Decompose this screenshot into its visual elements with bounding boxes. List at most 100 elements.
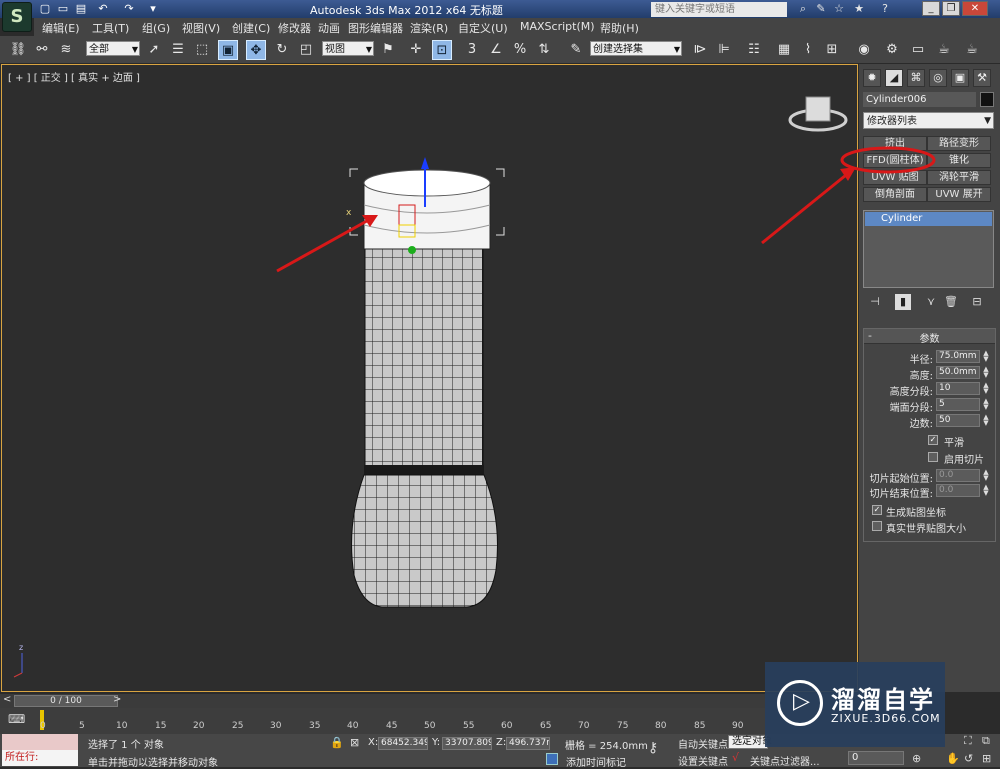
modify-tab-icon[interactable]: ◢ (885, 69, 903, 87)
select-and-scale-icon[interactable]: ◰ (296, 40, 316, 60)
binoculars-icon[interactable]: ⌕ (796, 2, 810, 16)
menu-customize[interactable]: 自定义(U) (458, 20, 508, 36)
selection-lock-icon[interactable]: 🔒 (330, 736, 344, 749)
object-color-swatch[interactable] (980, 92, 994, 107)
view-cube[interactable] (805, 96, 831, 122)
show-end-result-icon[interactable]: ▮ (895, 294, 911, 310)
pan-icon[interactable]: ✋ (946, 752, 960, 765)
render-production-icon[interactable]: ☕ (962, 40, 982, 60)
render-setup-icon[interactable]: ⚙ (882, 40, 902, 60)
motion-tab-icon[interactable]: ◎ (929, 69, 947, 87)
cap-segments-spinner[interactable]: ▲ ▼ (982, 398, 990, 411)
key-filter-icon[interactable]: √ (732, 751, 739, 764)
quick-access-dropdown-icon[interactable]: ▾ (146, 2, 160, 16)
align-icon[interactable]: ⊫ (714, 40, 734, 60)
slice-on-checkbox[interactable] (928, 452, 938, 462)
modifier-stack[interactable]: Cylinder (863, 210, 994, 288)
new-file-icon[interactable]: ▢ (38, 2, 52, 16)
restore-button[interactable]: ❐ (942, 1, 960, 16)
named-selection-select[interactable]: 创建选择集 ▼ (590, 41, 682, 56)
reference-coord-select[interactable]: 视图 ▼ (322, 41, 374, 56)
selected-object-select[interactable]: 选定对象 (728, 735, 772, 749)
zoom-extents-icon[interactable]: ⛶ (964, 734, 972, 748)
y-coord-field[interactable]: 33707.809 (442, 737, 492, 750)
menu-modifiers[interactable]: 修改器 (278, 20, 311, 36)
height-segments-spinner[interactable]: ▲ ▼ (982, 382, 990, 395)
graphite-toolbar-icon[interactable]: ▦ (774, 40, 794, 60)
height-segments-field[interactable]: 10 (936, 382, 980, 395)
configure-sets-icon[interactable]: ⊟ (969, 294, 985, 310)
selection-filter-select[interactable]: 全部 ▼ (86, 41, 140, 56)
select-manipulate-icon[interactable]: ✛ (406, 40, 426, 60)
minimize-button[interactable]: _ (922, 1, 940, 16)
favorites-icon[interactable]: ☆ (832, 2, 846, 16)
menu-help[interactable]: 帮助(H) (600, 20, 639, 36)
x-coord-field[interactable]: 68452.349 (378, 737, 428, 750)
perspective-viewport[interactable]: [ + ] [ 正交 ] [ 真实 + 边面 ] x z (1, 64, 858, 692)
angle-snap-icon[interactable]: ∠ (486, 40, 506, 60)
set-key-icon[interactable]: ⚷ (648, 740, 658, 756)
modifier-list-select[interactable]: 修改器列表 ▼ (863, 112, 994, 129)
spinner-snap-icon[interactable]: ⇅ (534, 40, 554, 60)
pivot-center-icon[interactable]: ⚑ (378, 40, 398, 60)
keyboard-shortcut-override-icon[interactable]: ⊡ (432, 40, 452, 60)
utilities-tab-icon[interactable]: ⚒ (973, 69, 991, 87)
app-logo-icon[interactable]: S (2, 2, 32, 32)
height-spinner[interactable]: ▲ ▼ (982, 366, 990, 379)
real-world-map-size-checkbox[interactable] (872, 521, 882, 531)
maxscript-listener-top[interactable] (2, 734, 78, 750)
gen-mapping-coords-checkbox[interactable]: ✓ (872, 505, 882, 515)
menu-create[interactable]: 创建(C) (232, 20, 270, 36)
stack-item-cylinder[interactable]: Cylinder (865, 212, 992, 226)
remove-modifier-icon[interactable]: 🗑 (943, 294, 959, 310)
bevel-profile-button[interactable]: 倒角剖面 (863, 187, 927, 202)
pin-stack-icon[interactable]: ⊣ (867, 294, 883, 310)
slice-to-field[interactable]: 0.0 (936, 484, 980, 497)
select-and-rotate-icon[interactable]: ↻ (272, 40, 292, 60)
smooth-checkbox[interactable]: ✓ (928, 435, 938, 445)
cap-top-mesh[interactable] (363, 169, 491, 197)
height-field[interactable]: 50.0mm (936, 366, 980, 379)
set-key-label[interactable]: 设置关键点 (678, 753, 728, 768)
redo-icon[interactable]: ↷ (122, 2, 136, 16)
track-bar[interactable]: ⌨ 0 5 10 15 20 25 30 35 40 45 50 55 60 6… (0, 708, 860, 734)
base-mesh[interactable] (351, 474, 498, 608)
create-tab-icon[interactable]: ✹ (863, 69, 881, 87)
render-teapot-icon[interactable]: ☕ (934, 40, 954, 60)
slice-from-field[interactable]: 0.0 (936, 469, 980, 482)
menu-animation[interactable]: 动画 (318, 20, 340, 36)
help-search-input[interactable]: 键入关键字或短语 (651, 2, 787, 17)
menu-maxscript[interactable]: MAXScript(M) (520, 20, 595, 33)
mini-curve-editor-icon[interactable]: ⌨ (8, 712, 25, 728)
column-mesh[interactable] (364, 242, 484, 476)
percent-snap-icon[interactable]: % (510, 40, 530, 60)
zoom-icon[interactable]: ⊕ (912, 752, 921, 765)
radius-spinner[interactable]: ▲ ▼ (982, 350, 990, 363)
bind-space-warp-icon[interactable]: ≋ (56, 40, 76, 60)
parameters-rollout-header[interactable]: - 参数 (864, 329, 995, 345)
time-prev-icon[interactable]: < (3, 694, 11, 705)
orbit-icon[interactable]: ↺ (964, 752, 973, 765)
unlink-icon[interactable]: ⚯ (32, 40, 52, 60)
menu-graph-editors[interactable]: 图形编辑器 (348, 20, 403, 36)
menu-edit[interactable]: 编辑(E) (42, 20, 80, 36)
current-frame-field[interactable]: 0 (848, 751, 904, 765)
edit-named-selection-icon[interactable]: ✎ (566, 40, 586, 60)
zoom-all-icon[interactable]: ⧉ (982, 734, 990, 748)
save-icon[interactable]: ▤ (74, 2, 88, 16)
undo-icon[interactable]: ↶ (96, 2, 110, 16)
menu-views[interactable]: 视图(V) (182, 20, 220, 36)
tools-icon[interactable]: ✎ (814, 2, 828, 16)
menu-group[interactable]: 组(G) (142, 20, 170, 36)
material-editor-icon[interactable]: ◉ (854, 40, 874, 60)
time-slider[interactable]: < 0 / 100 > (0, 694, 860, 708)
slice-from-spinner[interactable]: ▲ ▼ (982, 469, 990, 482)
schematic-view-icon[interactable]: ⊞ (822, 40, 842, 60)
display-tab-icon[interactable]: ▣ (951, 69, 969, 87)
maximize-viewport-icon[interactable]: ⊞ (982, 752, 991, 765)
select-and-move-icon[interactable]: ✥ (246, 40, 266, 60)
select-object-icon[interactable]: ➚ (144, 40, 164, 60)
sides-spinner[interactable]: ▲ ▼ (982, 414, 990, 427)
curve-editor-icon[interactable]: ⌇ (798, 40, 818, 60)
window-crossing-icon[interactable]: ▣ (218, 40, 238, 60)
